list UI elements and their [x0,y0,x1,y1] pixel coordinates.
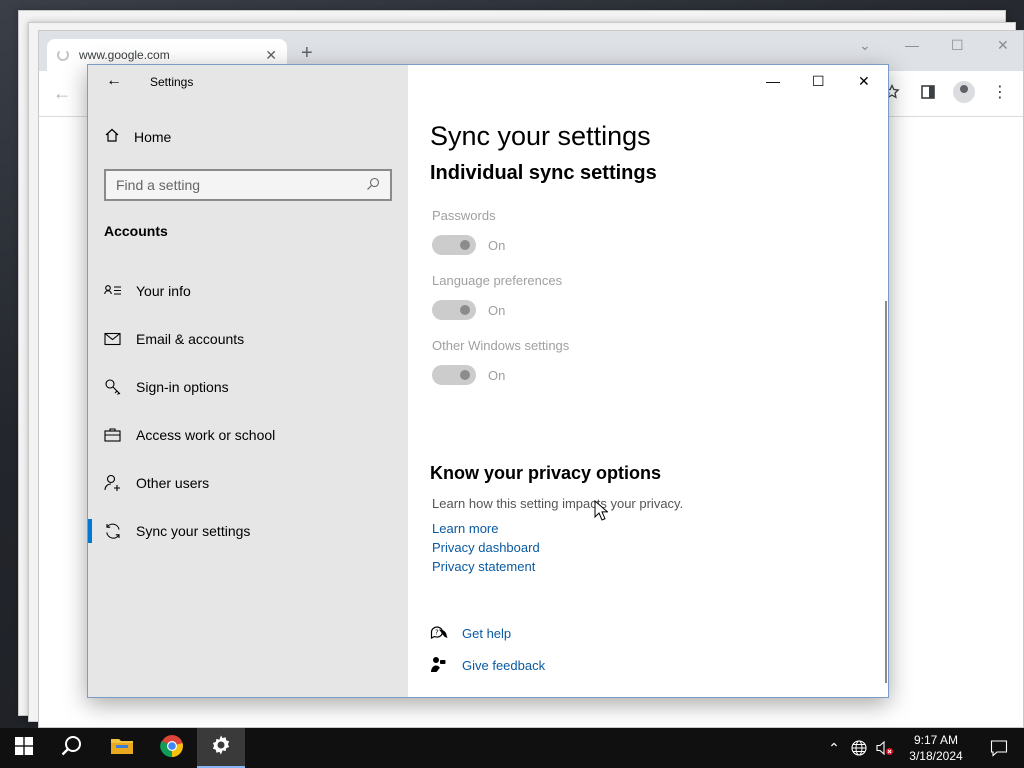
home-icon [104,127,120,146]
network-globe-icon[interactable] [846,740,872,756]
browser-back-icon[interactable]: ← [53,83,71,104]
language-preferences-toggle[interactable] [432,300,476,320]
your-info-icon [104,283,134,299]
settings-content-pane: — ☐ ✕ Sync your settings Individual sync… [408,65,888,697]
browser-maximize-icon[interactable]: ☐ [951,37,964,54]
search-input[interactable] [116,177,366,193]
taskbar-search-button[interactable] [48,728,96,768]
tab-close-icon[interactable]: ✕ [265,47,277,64]
settings-window: ← Settings Home Accounts Your info [87,64,889,698]
taskbar: ⌃ 9:17 AM 3/18/2024 [0,728,1024,768]
nav-item-your-info[interactable]: Your info [88,271,408,311]
clock-time: 9:17 AM [913,733,959,747]
nav-home-label: Home [134,128,172,145]
passwords-toggle[interactable] [432,235,476,255]
volume-muted-icon[interactable] [872,740,898,756]
get-help-link[interactable]: ? Get help [430,625,511,641]
nav-item-email-accounts[interactable]: Email & accounts [88,319,408,359]
settings-taskbar-button[interactable] [197,728,245,768]
find-setting-search[interactable] [104,169,392,201]
give-feedback-label: Give feedback [462,657,546,673]
tab-search-chevron-icon[interactable]: ⌄ [859,37,871,54]
settings-title-bar: ← Settings [88,65,408,99]
back-arrow-icon[interactable]: ← [106,72,122,90]
mouse-cursor-icon [594,499,609,527]
show-hidden-icons-chevron-icon[interactable]: ⌃ [822,740,846,757]
svg-text:?: ? [435,629,439,637]
search-icon [366,177,380,194]
privacy-description: Learn how this setting impacts your priv… [432,496,684,511]
settings-nav-pane: ← Settings Home Accounts Your info [88,65,408,697]
privacy-section-title: Know your privacy options [430,463,662,483]
nav-item-label: Sign-in options [136,379,229,395]
browser-tab-title: www.google.com [79,48,170,62]
side-panel-icon[interactable] [917,81,939,103]
loading-spinner-icon [57,49,69,61]
new-tab-button[interactable]: + [301,43,313,63]
section-title-individual-sync: Individual sync settings [430,162,657,184]
nav-item-label: Sync your settings [136,523,251,539]
chrome-taskbar-button[interactable] [148,728,196,768]
browser-close-icon[interactable]: ✕ [997,37,1009,54]
windows-logo-icon [15,736,33,760]
nav-item-access-work-school[interactable]: Access work or school [88,415,408,455]
other-windows-settings-label: Other Windows settings [432,338,570,353]
browser-menu-icon[interactable]: ⋮ [989,81,1011,103]
learn-more-link[interactable]: Learn more [432,521,498,536]
profile-avatar-icon[interactable] [953,81,975,103]
clock-date: 3/18/2024 [909,749,963,763]
language-preferences-toggle-state: On [488,303,506,318]
other-windows-settings-toggle[interactable] [432,365,476,385]
nav-item-label: Email & accounts [136,331,245,347]
nav-item-label: Your info [136,283,191,299]
briefcase-icon [104,427,134,443]
give-feedback-icon [430,656,462,674]
passwords-toggle-state: On [488,238,506,253]
nav-item-sign-in-options[interactable]: Sign-in options [88,367,408,407]
action-center-icon[interactable] [974,739,1024,757]
nav-section-accounts: Accounts [104,223,168,239]
passwords-label: Passwords [432,208,496,223]
nav-item-other-users[interactable]: Other users [88,463,408,503]
chrome-icon [160,734,184,763]
start-button[interactable] [0,728,48,768]
close-icon[interactable]: ✕ [858,73,870,90]
folder-icon [110,736,134,761]
content-scrollbar[interactable] [885,301,887,683]
search-icon [61,735,83,762]
mail-icon [104,332,134,346]
privacy-dashboard-link[interactable]: Privacy dashboard [432,540,540,555]
page-title: Sync your settings [430,121,651,151]
system-tray: ⌃ 9:17 AM 3/18/2024 [822,728,1024,768]
language-preferences-label: Language preferences [432,273,563,288]
gear-icon [210,734,232,761]
give-feedback-link[interactable]: Give feedback [430,656,545,674]
get-help-label: Get help [462,625,512,641]
add-person-icon [104,474,134,492]
privacy-statement-link[interactable]: Privacy statement [432,559,535,574]
sync-icon [104,522,134,540]
nav-item-label: Access work or school [136,427,276,443]
key-icon [104,378,134,396]
file-explorer-button[interactable] [98,728,146,768]
get-help-icon: ? [430,625,462,641]
nav-home[interactable]: Home [104,127,171,146]
window-title: Settings [150,75,194,89]
taskbar-clock[interactable]: 9:17 AM 3/18/2024 [898,732,974,764]
nav-item-sync-your-settings[interactable]: Sync your settings [88,511,408,551]
other-windows-settings-toggle-state: On [488,368,506,383]
browser-minimize-icon[interactable]: — [905,37,919,53]
nav-item-label: Other users [136,475,210,491]
minimize-icon[interactable]: — [766,73,780,89]
maximize-icon[interactable]: ☐ [812,73,825,90]
